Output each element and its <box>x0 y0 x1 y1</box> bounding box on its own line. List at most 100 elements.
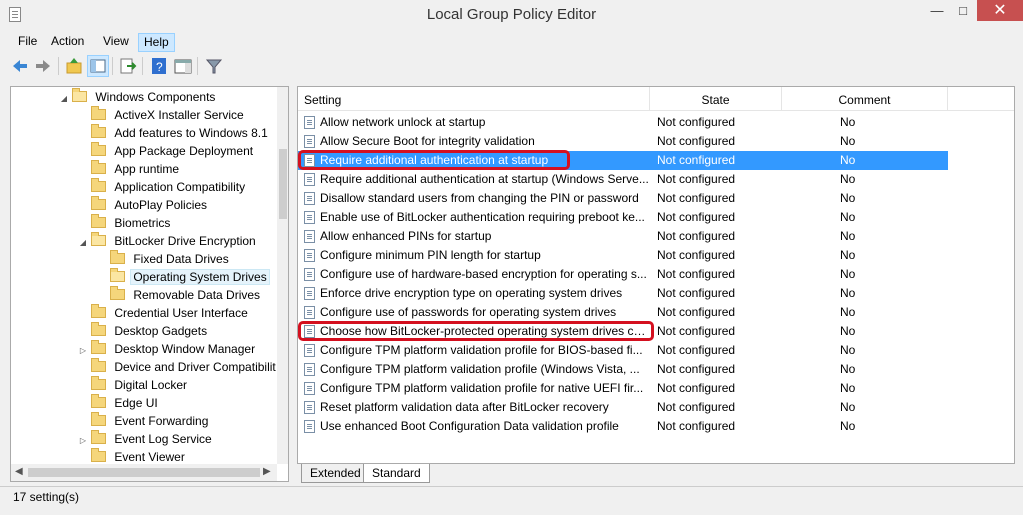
show-hide-tree-icon[interactable] <box>87 55 109 77</box>
menu-view[interactable]: View <box>98 33 134 52</box>
title-bar: Local Group Policy Editor — □ ✕ <box>0 0 1023 30</box>
tree-vertical-scrollbar[interactable] <box>277 87 288 464</box>
menu-file[interactable]: File <box>13 33 42 52</box>
policy-row[interactable]: Choose how BitLocker-protected operating… <box>298 322 948 341</box>
tab-extended[interactable]: Extended <box>301 464 370 483</box>
maximize-button[interactable]: □ <box>950 0 976 22</box>
up-folder-icon[interactable] <box>63 55 85 77</box>
policy-row[interactable]: Configure use of hardware-based encrypti… <box>298 265 948 284</box>
policy-row[interactable]: Configure minimum PIN length for startup… <box>298 246 948 265</box>
column-header-comment[interactable]: Comment <box>782 87 948 111</box>
setting-state: Not configured <box>657 267 736 281</box>
tree-item[interactable]: App Package Deployment <box>78 142 256 160</box>
setting-comment: No <box>840 419 856 433</box>
scrollbar-thumb[interactable] <box>28 468 260 477</box>
collapse-arrow-icon[interactable]: ◢ <box>59 90 69 108</box>
setting-state: Not configured <box>657 343 736 357</box>
setting-name: Allow enhanced PINs for startup <box>320 229 492 243</box>
tree-pane[interactable]: ◢ Windows Components ActiveX Installer S… <box>10 86 289 482</box>
policy-row[interactable]: Use enhanced Boot Configuration Data val… <box>298 417 948 436</box>
setting-state: Not configured <box>657 381 736 395</box>
folder-icon <box>91 142 107 156</box>
policy-row[interactable]: Configure TPM platform validation profil… <box>298 379 948 398</box>
setting-state: Not configured <box>657 115 736 129</box>
tree-item[interactable]: Biometrics <box>78 214 173 232</box>
tree-item[interactable]: AutoPlay Policies <box>78 196 210 214</box>
setting-name: Enable use of BitLocker authentication r… <box>320 210 645 224</box>
tree-item-windows-components[interactable]: ◢ Windows Components <box>59 88 218 106</box>
tree-item[interactable]: Device and Driver Compatibilit <box>78 358 279 376</box>
collapse-arrow-icon[interactable]: ◢ <box>78 234 88 252</box>
folder-icon <box>91 106 107 120</box>
setting-name: Configure minimum PIN length for startup <box>320 248 541 262</box>
toolbar-separator <box>58 57 59 75</box>
policy-setting-icon <box>304 230 315 243</box>
setting-state: Not configured <box>657 419 736 433</box>
tree-item[interactable]: Credential User Interface <box>78 304 251 322</box>
show-hide-action-pane-icon[interactable] <box>172 55 194 77</box>
tree-item-event-log-service[interactable]: ▷ Event Log Service <box>78 430 215 448</box>
tree-item[interactable]: App runtime <box>78 160 182 178</box>
policy-setting-icon <box>304 268 315 281</box>
tree-item[interactable]: Desktop Gadgets <box>78 322 210 340</box>
back-arrow-icon[interactable] <box>9 55 31 77</box>
tree-item-label: ActiveX Installer Service <box>114 108 244 122</box>
policy-row[interactable]: Configure TPM platform validation profil… <box>298 341 948 360</box>
tree-horizontal-scrollbar[interactable]: ◀ ▶ <box>11 464 277 481</box>
policy-row[interactable]: Require additional authentication at sta… <box>298 170 948 189</box>
tree-item[interactable]: Edge UI <box>78 394 161 412</box>
export-list-icon[interactable] <box>117 55 139 77</box>
tree-item[interactable]: Add features to Windows 8.1 <box>78 124 271 142</box>
tree-item[interactable]: Event Forwarding <box>78 412 211 430</box>
policy-row[interactable]: Reset platform validation data after Bit… <box>298 398 948 417</box>
policy-row-selected[interactable]: Require additional authentication at sta… <box>298 151 948 170</box>
tree-item[interactable]: Application Compatibility <box>78 178 248 196</box>
setting-state: Not configured <box>657 153 736 167</box>
tree-item[interactable]: Digital Locker <box>78 376 190 394</box>
settings-list[interactable]: Setting State Comment Allow network unlo… <box>297 86 1015 464</box>
menu-action[interactable]: Action <box>46 33 89 52</box>
policy-row[interactable]: Enforce drive encryption type on operati… <box>298 284 948 303</box>
scroll-left-arrow-icon[interactable]: ◀ <box>15 466 23 477</box>
tree-item-label: Device and Driver Compatibilit <box>114 360 276 374</box>
tab-standard[interactable]: Standard <box>363 464 430 483</box>
tree-item-label: Desktop Window Manager <box>114 342 256 356</box>
policy-row[interactable]: Configure TPM platform validation profil… <box>298 360 948 379</box>
status-bar: 17 setting(s) <box>0 486 1023 515</box>
close-button[interactable]: ✕ <box>977 0 1023 21</box>
minimize-button[interactable]: — <box>922 0 952 22</box>
tree-item[interactable]: Removable Data Drives <box>97 286 263 304</box>
policy-row[interactable]: Configure use of passwords for operating… <box>298 303 948 322</box>
column-header-state[interactable]: State <box>650 87 782 111</box>
setting-name: Require additional authentication at sta… <box>320 172 649 186</box>
column-header-setting[interactable]: Setting <box>298 87 650 111</box>
policy-row[interactable]: Allow enhanced PINs for startup Not conf… <box>298 227 948 246</box>
tree-item-operating-system-drives[interactable]: Operating System Drives <box>97 268 270 286</box>
tree-item-label: Removable Data Drives <box>133 288 261 302</box>
policy-setting-icon <box>304 420 315 433</box>
folder-icon <box>91 178 107 192</box>
setting-comment: No <box>840 305 856 319</box>
setting-name: Configure TPM platform validation profil… <box>320 362 640 376</box>
filter-icon[interactable] <box>203 55 225 77</box>
tree-item[interactable]: ActiveX Installer Service <box>78 106 247 124</box>
help-icon[interactable]: ? <box>148 55 170 77</box>
setting-comment: No <box>840 267 856 281</box>
policy-setting-icon <box>304 363 315 376</box>
policy-row[interactable]: Allow network unlock at startup Not conf… <box>298 113 948 132</box>
scrollbar-thumb[interactable] <box>279 149 287 219</box>
forward-arrow-icon[interactable] <box>32 55 54 77</box>
tree-item-desktop-window-manager[interactable]: ▷ Desktop Window Manager <box>78 340 258 358</box>
tree-item-label: Digital Locker <box>114 378 188 392</box>
setting-state: Not configured <box>657 305 736 319</box>
menu-help[interactable]: Help <box>138 33 175 52</box>
tree-item-bitlocker[interactable]: ◢ BitLocker Drive Encryption <box>78 232 259 250</box>
setting-name: Choose how BitLocker-protected operating… <box>320 324 650 338</box>
scroll-right-arrow-icon[interactable]: ▶ <box>263 466 271 477</box>
tree-item[interactable]: Fixed Data Drives <box>97 250 232 268</box>
policy-row[interactable]: Allow Secure Boot for integrity validati… <box>298 132 948 151</box>
setting-name: Configure use of passwords for operating… <box>320 305 617 319</box>
policy-row[interactable]: Disallow standard users from changing th… <box>298 189 948 208</box>
folder-icon <box>91 322 107 336</box>
policy-row[interactable]: Enable use of BitLocker authentication r… <box>298 208 948 227</box>
